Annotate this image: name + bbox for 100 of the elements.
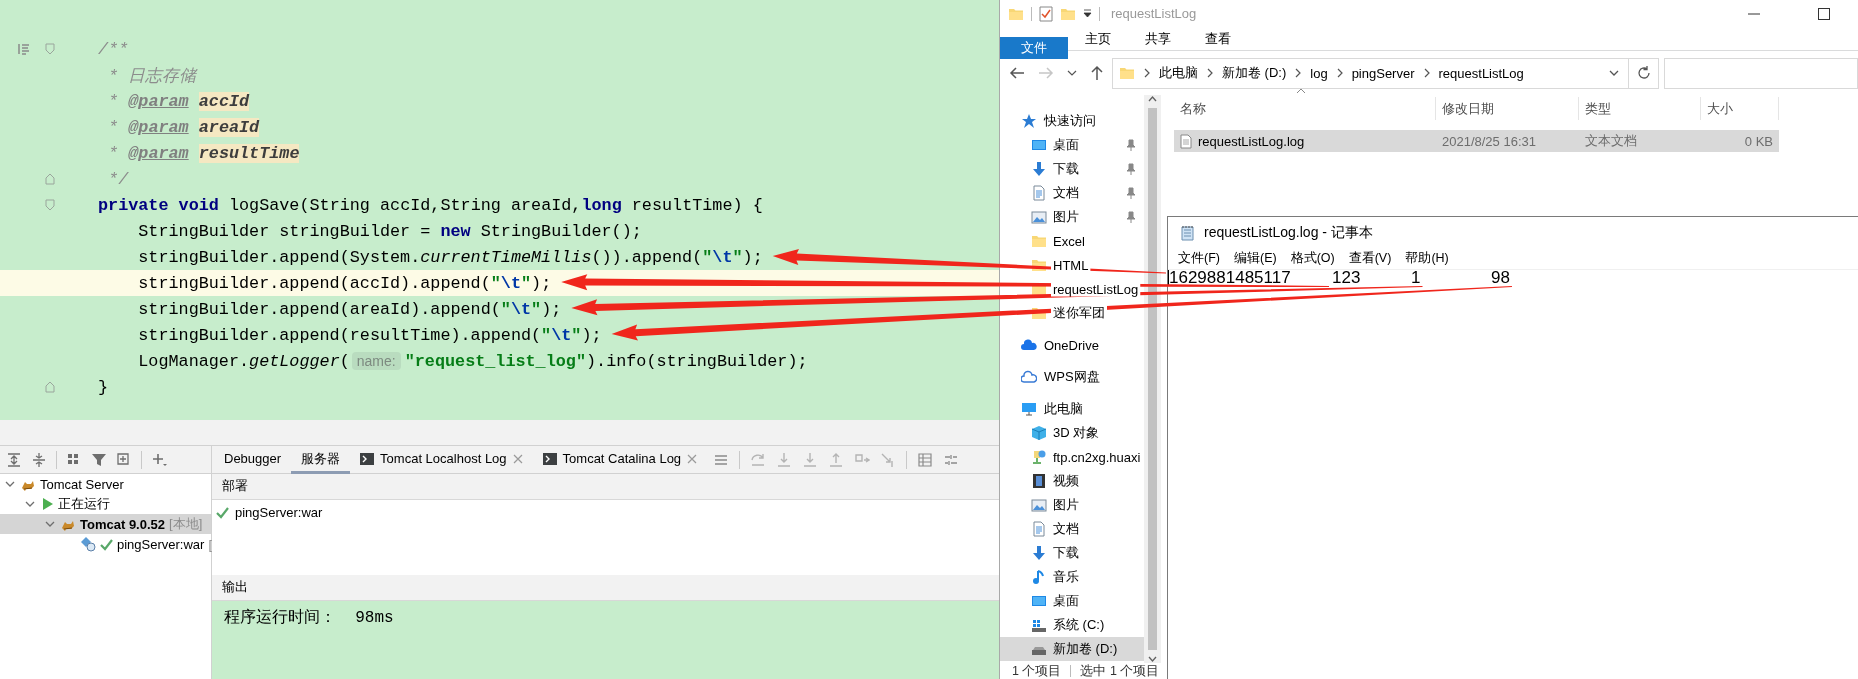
pin-icon[interactable] bbox=[1126, 187, 1136, 199]
pin-icon[interactable] bbox=[1126, 163, 1136, 175]
scrollbar-thumb[interactable] bbox=[1148, 108, 1157, 650]
scroll-up-icon[interactable] bbox=[1148, 95, 1157, 104]
close-icon[interactable] bbox=[512, 453, 523, 464]
nav-item[interactable]: 下载 bbox=[1000, 157, 1144, 181]
ribbon-tab[interactable]: 查看 bbox=[1188, 27, 1248, 50]
code-line: * @param accId bbox=[107, 91, 250, 111]
tab[interactable]: 服务器 bbox=[291, 446, 351, 474]
pin-icon[interactable] bbox=[1126, 211, 1136, 223]
nav-item[interactable]: 3D 对象 bbox=[1000, 421, 1144, 445]
column-header[interactable]: 类型 bbox=[1579, 97, 1701, 120]
fold-icon[interactable] bbox=[45, 199, 55, 211]
code-line: StringBuilder stringBuilder = new StringBuilder(); bbox=[137, 221, 642, 241]
nav-item[interactable]: 图片 bbox=[1000, 493, 1144, 517]
status-text: 选中 1 个项目 bbox=[1080, 662, 1160, 679]
step-into-icon[interactable] bbox=[802, 451, 819, 468]
tab[interactable]: Tomcat Catalina Log bbox=[532, 446, 708, 474]
menu-item[interactable]: 编辑(E) bbox=[1228, 250, 1282, 267]
nav-item[interactable]: 系统 (C:) bbox=[1000, 613, 1144, 637]
pin-icon[interactable] bbox=[1126, 139, 1136, 151]
close-icon[interactable] bbox=[687, 453, 698, 464]
chevron-right-icon[interactable] bbox=[1335, 68, 1344, 78]
chevron-right-icon[interactable] bbox=[1206, 68, 1214, 78]
document-icon bbox=[1031, 521, 1047, 537]
tree-item[interactable]: 正在运行 bbox=[0, 494, 211, 514]
nav-item[interactable]: ftp.cn2xg.huaxi bbox=[1000, 445, 1144, 469]
tree-item[interactable]: Tomcat Server bbox=[0, 474, 211, 494]
chevron-right-icon[interactable] bbox=[1422, 68, 1431, 78]
step-out-icon[interactable] bbox=[828, 451, 845, 468]
back-icon[interactable] bbox=[1009, 65, 1025, 81]
nav-item[interactable]: 新加卷 (D:) bbox=[1000, 637, 1144, 661]
table-icon[interactable] bbox=[917, 451, 934, 468]
nav-item[interactable]: 此电脑 bbox=[1000, 397, 1144, 421]
tab[interactable]: Debugger bbox=[214, 446, 292, 474]
expand-all-icon[interactable] bbox=[6, 451, 22, 468]
menu-item[interactable]: 文件(F) bbox=[1173, 250, 1225, 267]
add-service-icon[interactable] bbox=[116, 451, 132, 468]
up-icon[interactable] bbox=[1090, 65, 1104, 81]
nav-item[interactable]: 桌面 bbox=[1000, 589, 1144, 613]
window-title: requestListLog.log - 记事本 bbox=[1204, 223, 1373, 242]
fold-icon[interactable] bbox=[45, 381, 55, 393]
deployment-item[interactable]: pingServer:war bbox=[212, 502, 329, 522]
properties-icon[interactable] bbox=[1039, 5, 1053, 22]
step-into-icon[interactable] bbox=[776, 451, 793, 468]
file-menu[interactable]: 文件 bbox=[1000, 37, 1068, 59]
dropdown-icon[interactable] bbox=[1083, 9, 1092, 18]
nav-item[interactable]: 快速访问 bbox=[1000, 109, 1144, 133]
text-content: 98 bbox=[1491, 270, 1510, 285]
column-header[interactable]: 大小 bbox=[1701, 97, 1779, 120]
ribbon-tab[interactable]: 共享 bbox=[1128, 27, 1188, 50]
step-over-icon[interactable] bbox=[750, 451, 767, 468]
collapse-all-icon[interactable] bbox=[31, 451, 47, 468]
network-icon bbox=[1031, 449, 1047, 465]
breadcrumb[interactable]: pingServer bbox=[1351, 65, 1415, 81]
ribbon-tab[interactable]: 主页 bbox=[1068, 27, 1128, 50]
menu-item[interactable]: 帮助(H) bbox=[1400, 250, 1454, 267]
nav-item[interactable]: OneDrive bbox=[1000, 333, 1144, 357]
picture-icon bbox=[1031, 497, 1047, 513]
menu-item[interactable]: 查看(V) bbox=[1343, 250, 1397, 267]
nav-item[interactable]: Excel bbox=[1000, 229, 1144, 253]
column-header[interactable]: 名称 bbox=[1174, 97, 1436, 120]
chevron-down-icon[interactable] bbox=[1067, 68, 1077, 78]
nav-item[interactable]: 音乐 bbox=[1000, 565, 1144, 589]
refresh-icon[interactable] bbox=[1636, 66, 1651, 80]
file-type: 文本文档 bbox=[1585, 132, 1637, 150]
maximize-icon[interactable] bbox=[1818, 7, 1830, 20]
tab[interactable]: Tomcat Localhost Log bbox=[350, 446, 533, 474]
text-content: 1 bbox=[1411, 270, 1421, 285]
breadcrumb[interactable]: 新加卷 (D:) bbox=[1222, 64, 1287, 82]
file-row[interactable]: requestListLog.log 2021/8/25 16:31 文本文档 0 KB bbox=[1174, 130, 1779, 152]
nav-item[interactable]: 下载 bbox=[1000, 541, 1144, 565]
tree-item[interactable]: pingServer:war [ bbox=[0, 534, 211, 554]
breadcrumb[interactable]: log bbox=[1310, 65, 1328, 81]
search-field[interactable] bbox=[1664, 57, 1858, 89]
filter-icon[interactable] bbox=[91, 451, 107, 468]
chevron-right-icon[interactable] bbox=[1294, 68, 1303, 78]
plus-icon[interactable] bbox=[151, 451, 167, 468]
scroll-down-icon[interactable] bbox=[1148, 654, 1157, 663]
breadcrumb[interactable]: requestListLog bbox=[1438, 65, 1524, 81]
system-drive-icon bbox=[1031, 617, 1047, 633]
nav-item[interactable]: 文档 bbox=[1000, 517, 1144, 541]
cloud-icon bbox=[1021, 337, 1037, 353]
menu-item[interactable]: 格式(O) bbox=[1285, 250, 1340, 267]
star-icon bbox=[1021, 113, 1037, 129]
film-icon bbox=[1031, 473, 1047, 489]
nav-item[interactable]: WPS网盘 bbox=[1000, 365, 1144, 389]
nav-item[interactable]: 文档 bbox=[1000, 181, 1144, 205]
breadcrumb[interactable]: 此电脑 bbox=[1159, 64, 1198, 82]
tree-item[interactable]: Tomcat 9.0.52 [本地] bbox=[0, 514, 211, 534]
fold-icon[interactable] bbox=[45, 43, 55, 55]
column-header[interactable]: 修改日期 bbox=[1436, 97, 1579, 120]
nav-item[interactable]: 图片 bbox=[1000, 205, 1144, 229]
code-line: stringBuilder.append(resultTime).append("\t"); bbox=[137, 325, 602, 345]
fold-icon[interactable] bbox=[45, 173, 55, 185]
chevron-right-icon[interactable] bbox=[1143, 68, 1151, 78]
rendered-view-icon[interactable] bbox=[18, 43, 30, 55]
run-icon bbox=[40, 497, 54, 511]
nav-item[interactable]: 桌面 bbox=[1000, 133, 1144, 157]
nav-item[interactable]: 视频 bbox=[1000, 469, 1144, 493]
